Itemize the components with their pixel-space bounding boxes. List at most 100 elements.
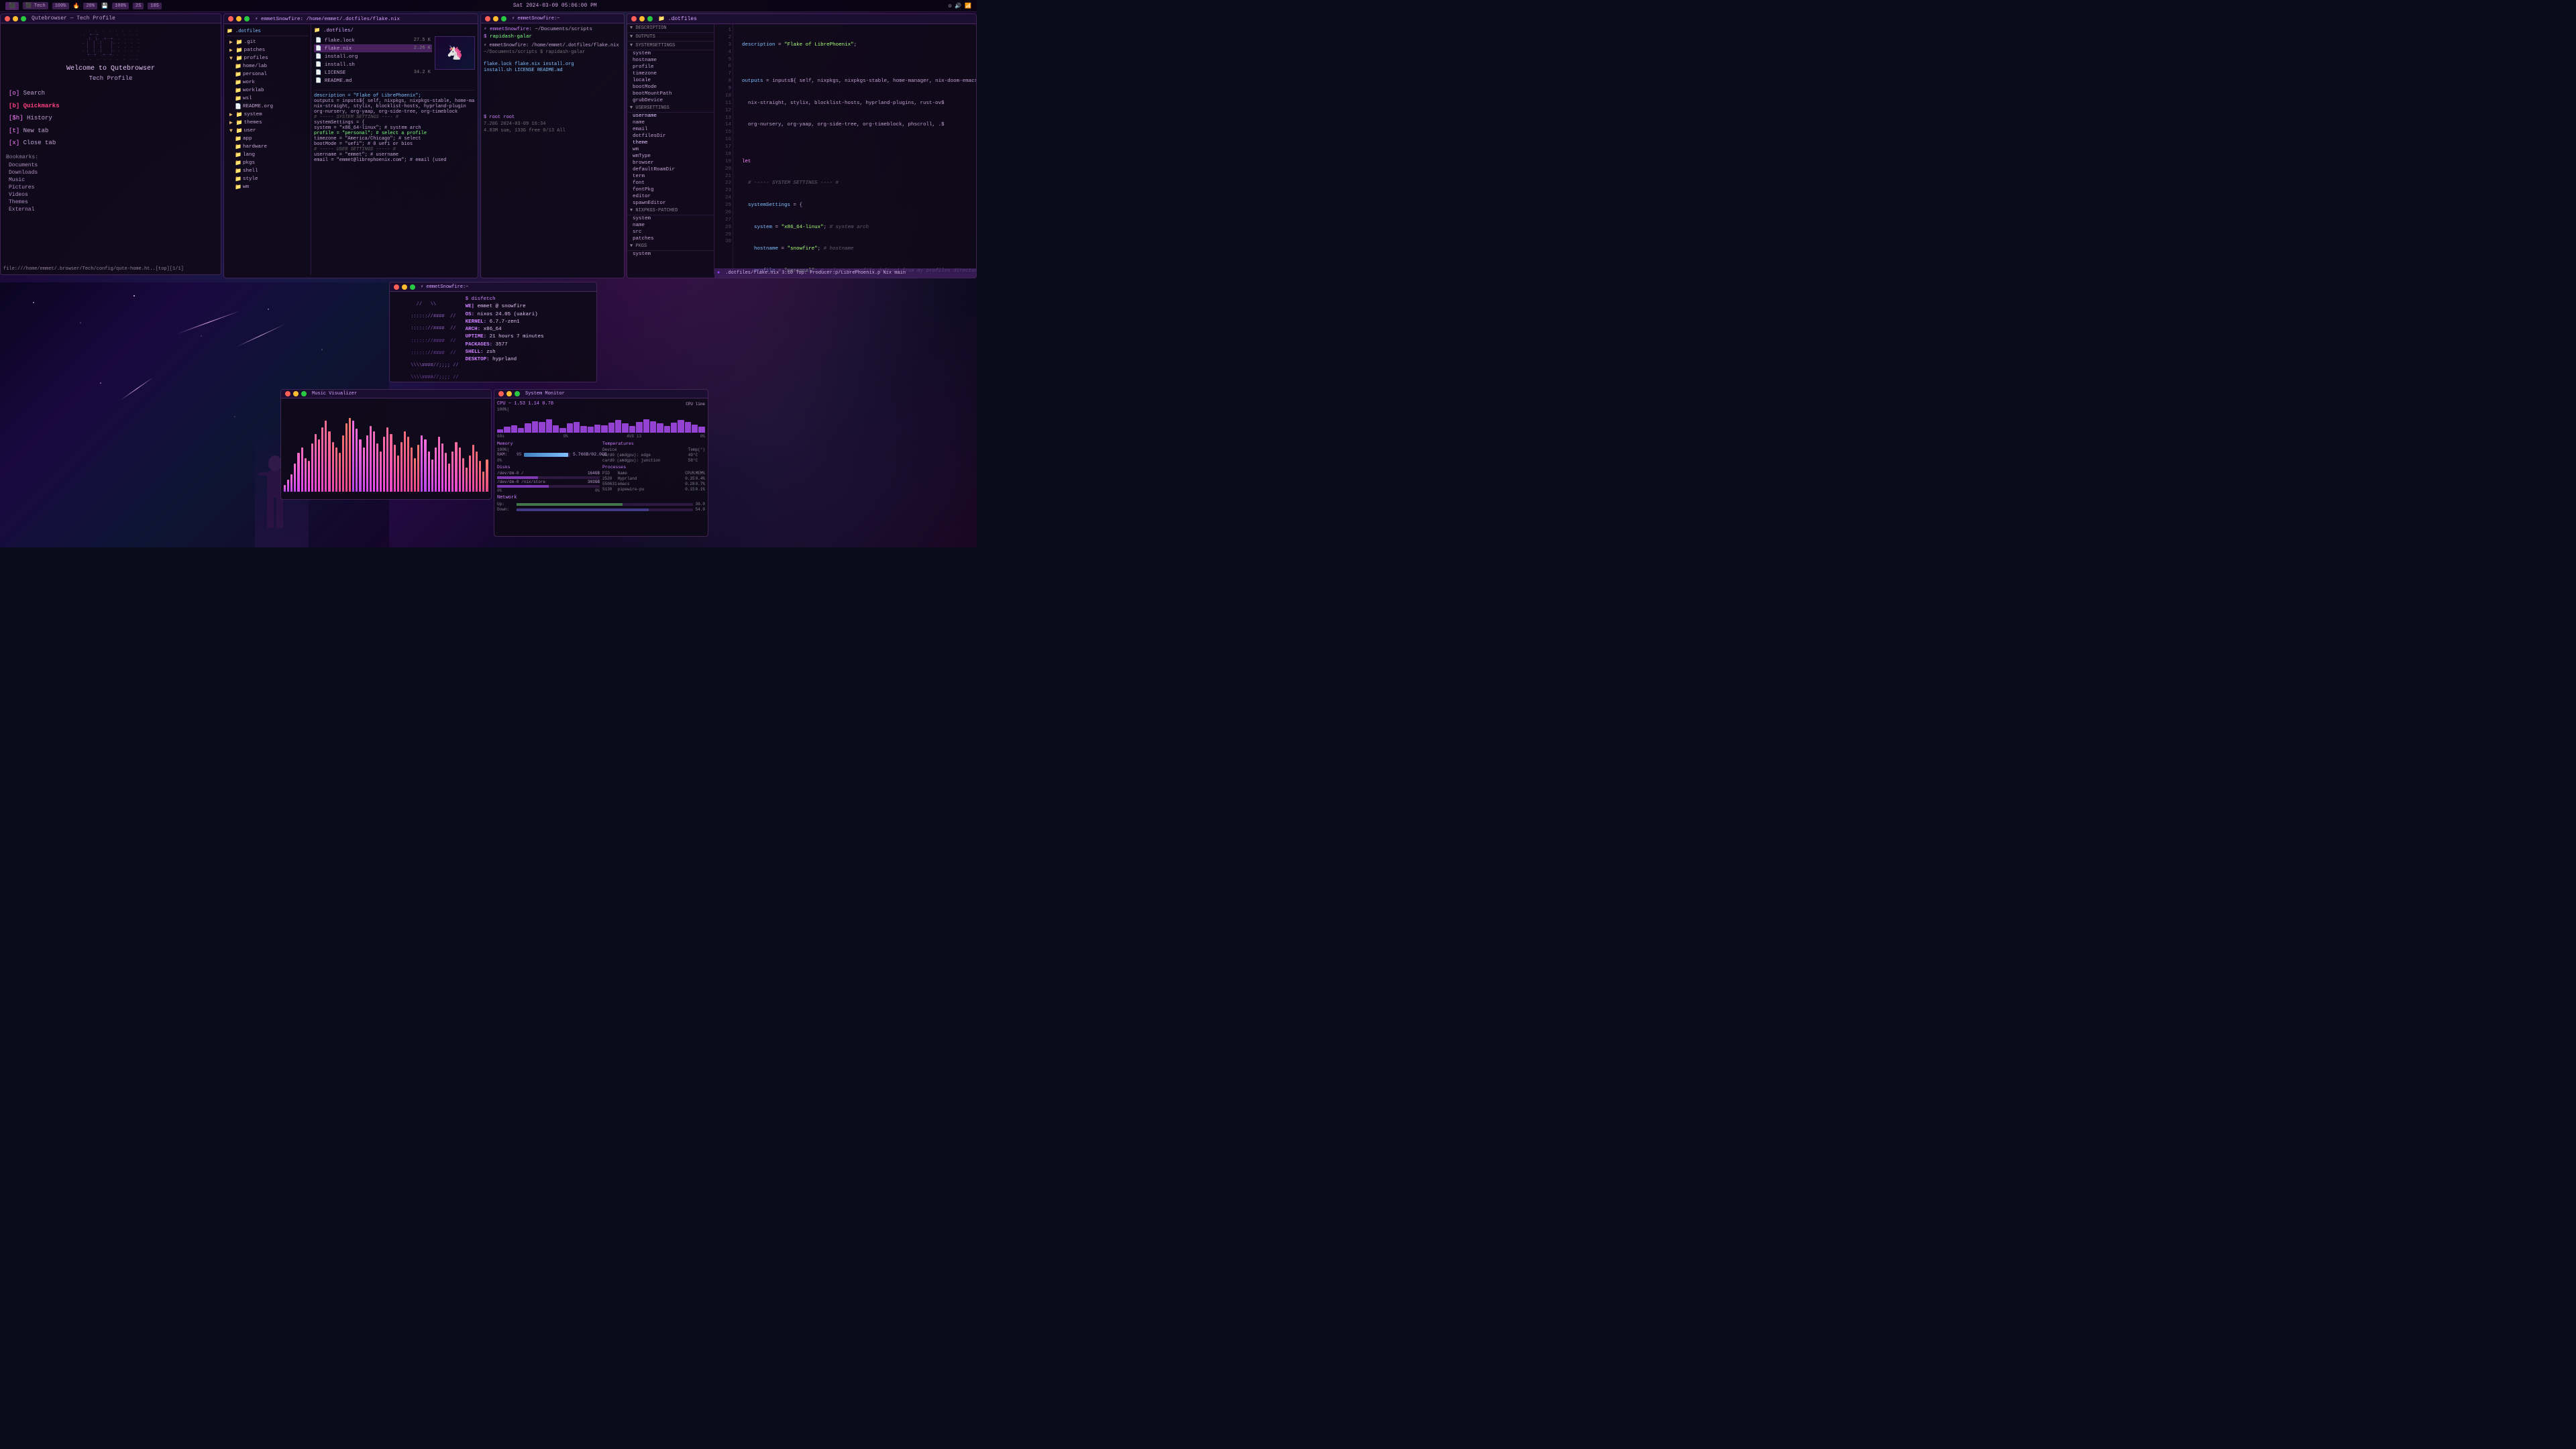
tree-wm[interactable]: 📁 wm (227, 184, 308, 192)
maximize-button[interactable] (21, 16, 26, 21)
tree-pkgs[interactable]: 📁 pkgs (227, 160, 308, 168)
editor-close[interactable] (631, 16, 637, 21)
sidebar-fontpkg[interactable]: fontPkg (627, 186, 714, 193)
sidebar-pkgs-system[interactable]: system (627, 251, 714, 258)
sidebar-dotfilesdir[interactable]: dotfilesDir (627, 133, 714, 140)
tree-homelab[interactable]: 📁 home/lab (227, 63, 308, 71)
eq-max[interactable] (301, 391, 307, 396)
file-readmemd[interactable]: 📄 README.md (314, 76, 475, 85)
eq-min[interactable] (293, 391, 299, 396)
sidebar-name[interactable]: name (627, 119, 714, 126)
tree-wsl[interactable]: 📁 wsl (227, 95, 308, 103)
sidebar-wmtype[interactable]: wmType (627, 153, 714, 160)
tree-hardware[interactable]: 📁 hardware (227, 144, 308, 152)
term-max[interactable] (501, 16, 506, 21)
tree-app[interactable]: 📁 app (227, 136, 308, 144)
tree-worklab[interactable]: 📁 worklab (227, 87, 308, 95)
sidebar-section-outputs: ▼ outputs (627, 33, 714, 42)
tree-work[interactable]: 📁 work (227, 79, 308, 87)
sysmon-min[interactable] (506, 391, 512, 396)
eq-content (281, 398, 491, 494)
file-flakelock[interactable]: 📄 flake.lock 27.5 K (314, 36, 432, 44)
cpu-bar-2 (511, 425, 517, 433)
fetch-close[interactable] (394, 284, 399, 290)
bookmark-themes[interactable]: Themes (6, 199, 215, 206)
sidebar-wm[interactable]: wm (627, 146, 714, 153)
bookmark-music[interactable]: Music (6, 176, 215, 184)
cpu-bar-8 (553, 425, 559, 433)
sidebar-browser[interactable]: browser (627, 160, 714, 166)
sidebar-spawneditor[interactable]: spawnEditor (627, 200, 714, 207)
minimize-button[interactable] (13, 16, 18, 21)
filemanager-titlebar: ⚡ emmetSnowfire: /home/emmet/.dotfiles/f… (224, 14, 478, 24)
sidebar-timezone[interactable]: timezone (627, 70, 714, 77)
sidebar-nix-patches[interactable]: patches (627, 235, 714, 242)
sidebar-nix-src[interactable]: src (627, 229, 714, 235)
cpu-bar-23 (657, 423, 663, 433)
menu-history[interactable]: [$h] History (6, 112, 215, 124)
sysmon-close[interactable] (498, 391, 504, 396)
bookmark-external[interactable]: External (6, 206, 215, 213)
menu-newtab[interactable]: [t] New tab (6, 125, 215, 137)
tree-patches[interactable]: ▶ 📁 patches (227, 47, 308, 55)
sidebar-email[interactable]: email (627, 126, 714, 133)
fm-close[interactable] (228, 16, 233, 21)
eq-close[interactable] (285, 391, 290, 396)
editor-max[interactable] (647, 16, 653, 21)
tree-lang[interactable]: 📁 lang (227, 152, 308, 160)
tree-system[interactable]: ▶ 📁 system (227, 111, 308, 119)
sidebar-nix-name[interactable]: name (627, 222, 714, 229)
fetch-max[interactable] (410, 284, 415, 290)
close-button[interactable] (5, 16, 10, 21)
bookmark-downloads[interactable]: Downloads (6, 169, 215, 176)
file-installorg[interactable]: 📄 install.org (314, 52, 432, 60)
menu-quickmarks[interactable]: [b] Quickmarks (6, 100, 215, 112)
disk-status: 100% (112, 3, 129, 9)
sidebar-defaultroamdir[interactable]: defaultRoamDir (627, 166, 714, 173)
ram-icon: 💾 (101, 3, 108, 9)
mem-fill (524, 453, 568, 457)
tree-personal[interactable]: 📁 personal (227, 71, 308, 79)
tree-user[interactable]: ▼ 📁 user (227, 127, 308, 136)
tree-profiles[interactable]: ▼ 📁 profiles (227, 55, 308, 63)
sidebar-hostname[interactable]: hostname (627, 57, 714, 64)
sidebar-bootmode[interactable]: bootMode (627, 84, 714, 91)
editor-min[interactable] (639, 16, 645, 21)
sidebar-username[interactable]: username (627, 113, 714, 119)
sidebar-term[interactable]: term (627, 173, 714, 180)
eq-bar-29 (383, 437, 385, 492)
sidebar-font[interactable]: font (627, 180, 714, 186)
tree-git[interactable]: ▶ 📁 .git (227, 39, 308, 47)
sidebar-system[interactable]: system (627, 50, 714, 57)
sidebar-theme[interactable]: theme (627, 140, 714, 146)
sidebar-bootmountpath[interactable]: bootMountPath (627, 91, 714, 97)
sysmon-max[interactable] (515, 391, 520, 396)
tree-themes[interactable]: ▶ 📁 themes (227, 119, 308, 127)
term-min[interactable] (493, 16, 498, 21)
code-editor-content[interactable]: description = "Flake of LibrePhoenix"; o… (733, 24, 976, 274)
menu-search[interactable]: [o] Search (6, 87, 215, 99)
fetch-min[interactable] (402, 284, 407, 290)
tree-readme-org[interactable]: 📄 README.org (227, 103, 308, 111)
sidebar-profile[interactable]: profile (627, 64, 714, 70)
sidebar-editor[interactable]: editor (627, 193, 714, 200)
tree-style[interactable]: 📁 style (227, 176, 308, 184)
sidebar-nix-system[interactable]: system (627, 215, 714, 222)
file-license[interactable]: 📄 LICENSE 34.2 K (314, 68, 432, 76)
fm-min[interactable] (236, 16, 241, 21)
menu-closetab[interactable]: [x] Close tab (6, 137, 215, 149)
file-installsh[interactable]: 📄 install.sh (314, 60, 432, 68)
bookmark-pictures[interactable]: Pictures (6, 184, 215, 191)
file-flakenix[interactable]: 📄 flake.nix 2.26 K (314, 44, 432, 52)
status-bar: ⬛ ⬛ Tech 100% 🔥 20% 💾 100% 2S 10S Sat 20… (0, 0, 977, 12)
cpu-bar-24 (664, 426, 670, 433)
sidebar-locale[interactable]: locale (627, 77, 714, 84)
bookmark-documents[interactable]: Documents (6, 162, 215, 169)
term-close[interactable] (485, 16, 490, 21)
bookmark-videos[interactable]: Videos (6, 191, 215, 199)
sidebar-section-nixpkgs: ▼ nixpkgs-patched (627, 207, 714, 215)
terminal-window-top: ⚡ emmetSnowfire:~ ⚡ emmetSnowfire: ~/Doc… (480, 13, 625, 278)
sidebar-grubdevice[interactable]: grubDevice (627, 97, 714, 104)
fm-max[interactable] (244, 16, 250, 21)
tree-shell[interactable]: 📁 shell (227, 168, 308, 176)
